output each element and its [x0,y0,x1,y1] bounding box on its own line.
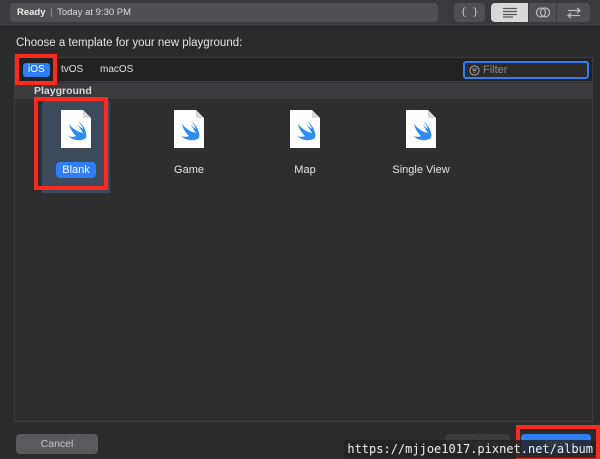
status-separator: | [50,7,53,18]
template-label: Blank [36,162,116,178]
activity-status-bar: Ready | Today at 9:30 PM [10,3,438,22]
section-title: Playground [34,85,92,97]
section-header: Playground [15,83,592,99]
platform-selector-bar: iOS tvOS macOS [14,57,593,82]
tab-tvos[interactable]: tvOS [56,63,88,77]
editor-assistant-icon [535,7,550,18]
window-toolbar: Ready | Today at 9:30 PM { } [0,0,600,27]
filter-input[interactable] [483,64,573,76]
tab-macos[interactable]: macOS [95,63,138,77]
template-map[interactable]: Map [265,101,345,193]
template-panel: Playground Blank Game Map Single View [14,82,593,422]
watermark-text: https://mjjoe1017.pixnet.net/album [344,440,596,458]
template-label: Map [294,164,316,176]
swift-file-icon [406,110,436,148]
swift-file-icon [290,110,320,148]
swift-file-icon [61,110,91,148]
filter-icon [469,64,480,76]
status-ready: Ready [17,7,46,18]
editor-version-icon [566,7,581,18]
cancel-button[interactable]: Cancel [16,434,98,454]
status-time: Today at 9:30 PM [57,7,132,18]
template-single-view[interactable]: Single View [381,101,461,193]
tab-ios[interactable]: iOS [23,63,50,77]
standard-editor-button[interactable] [491,3,528,22]
editor-standard-icon [502,7,517,18]
template-blank[interactable]: Blank [36,101,116,193]
library-button[interactable]: { } [454,3,485,22]
version-editor-button[interactable] [556,3,590,22]
template-game[interactable]: Game [149,101,229,193]
braces-icon: { } [460,7,479,18]
assistant-editor-button[interactable] [528,3,556,22]
template-label: Game [174,164,204,176]
dialog-heading: Choose a template for your new playgroun… [16,37,243,49]
template-label: Single View [392,164,450,176]
swift-file-icon [174,110,204,148]
filter-field[interactable] [463,61,589,79]
